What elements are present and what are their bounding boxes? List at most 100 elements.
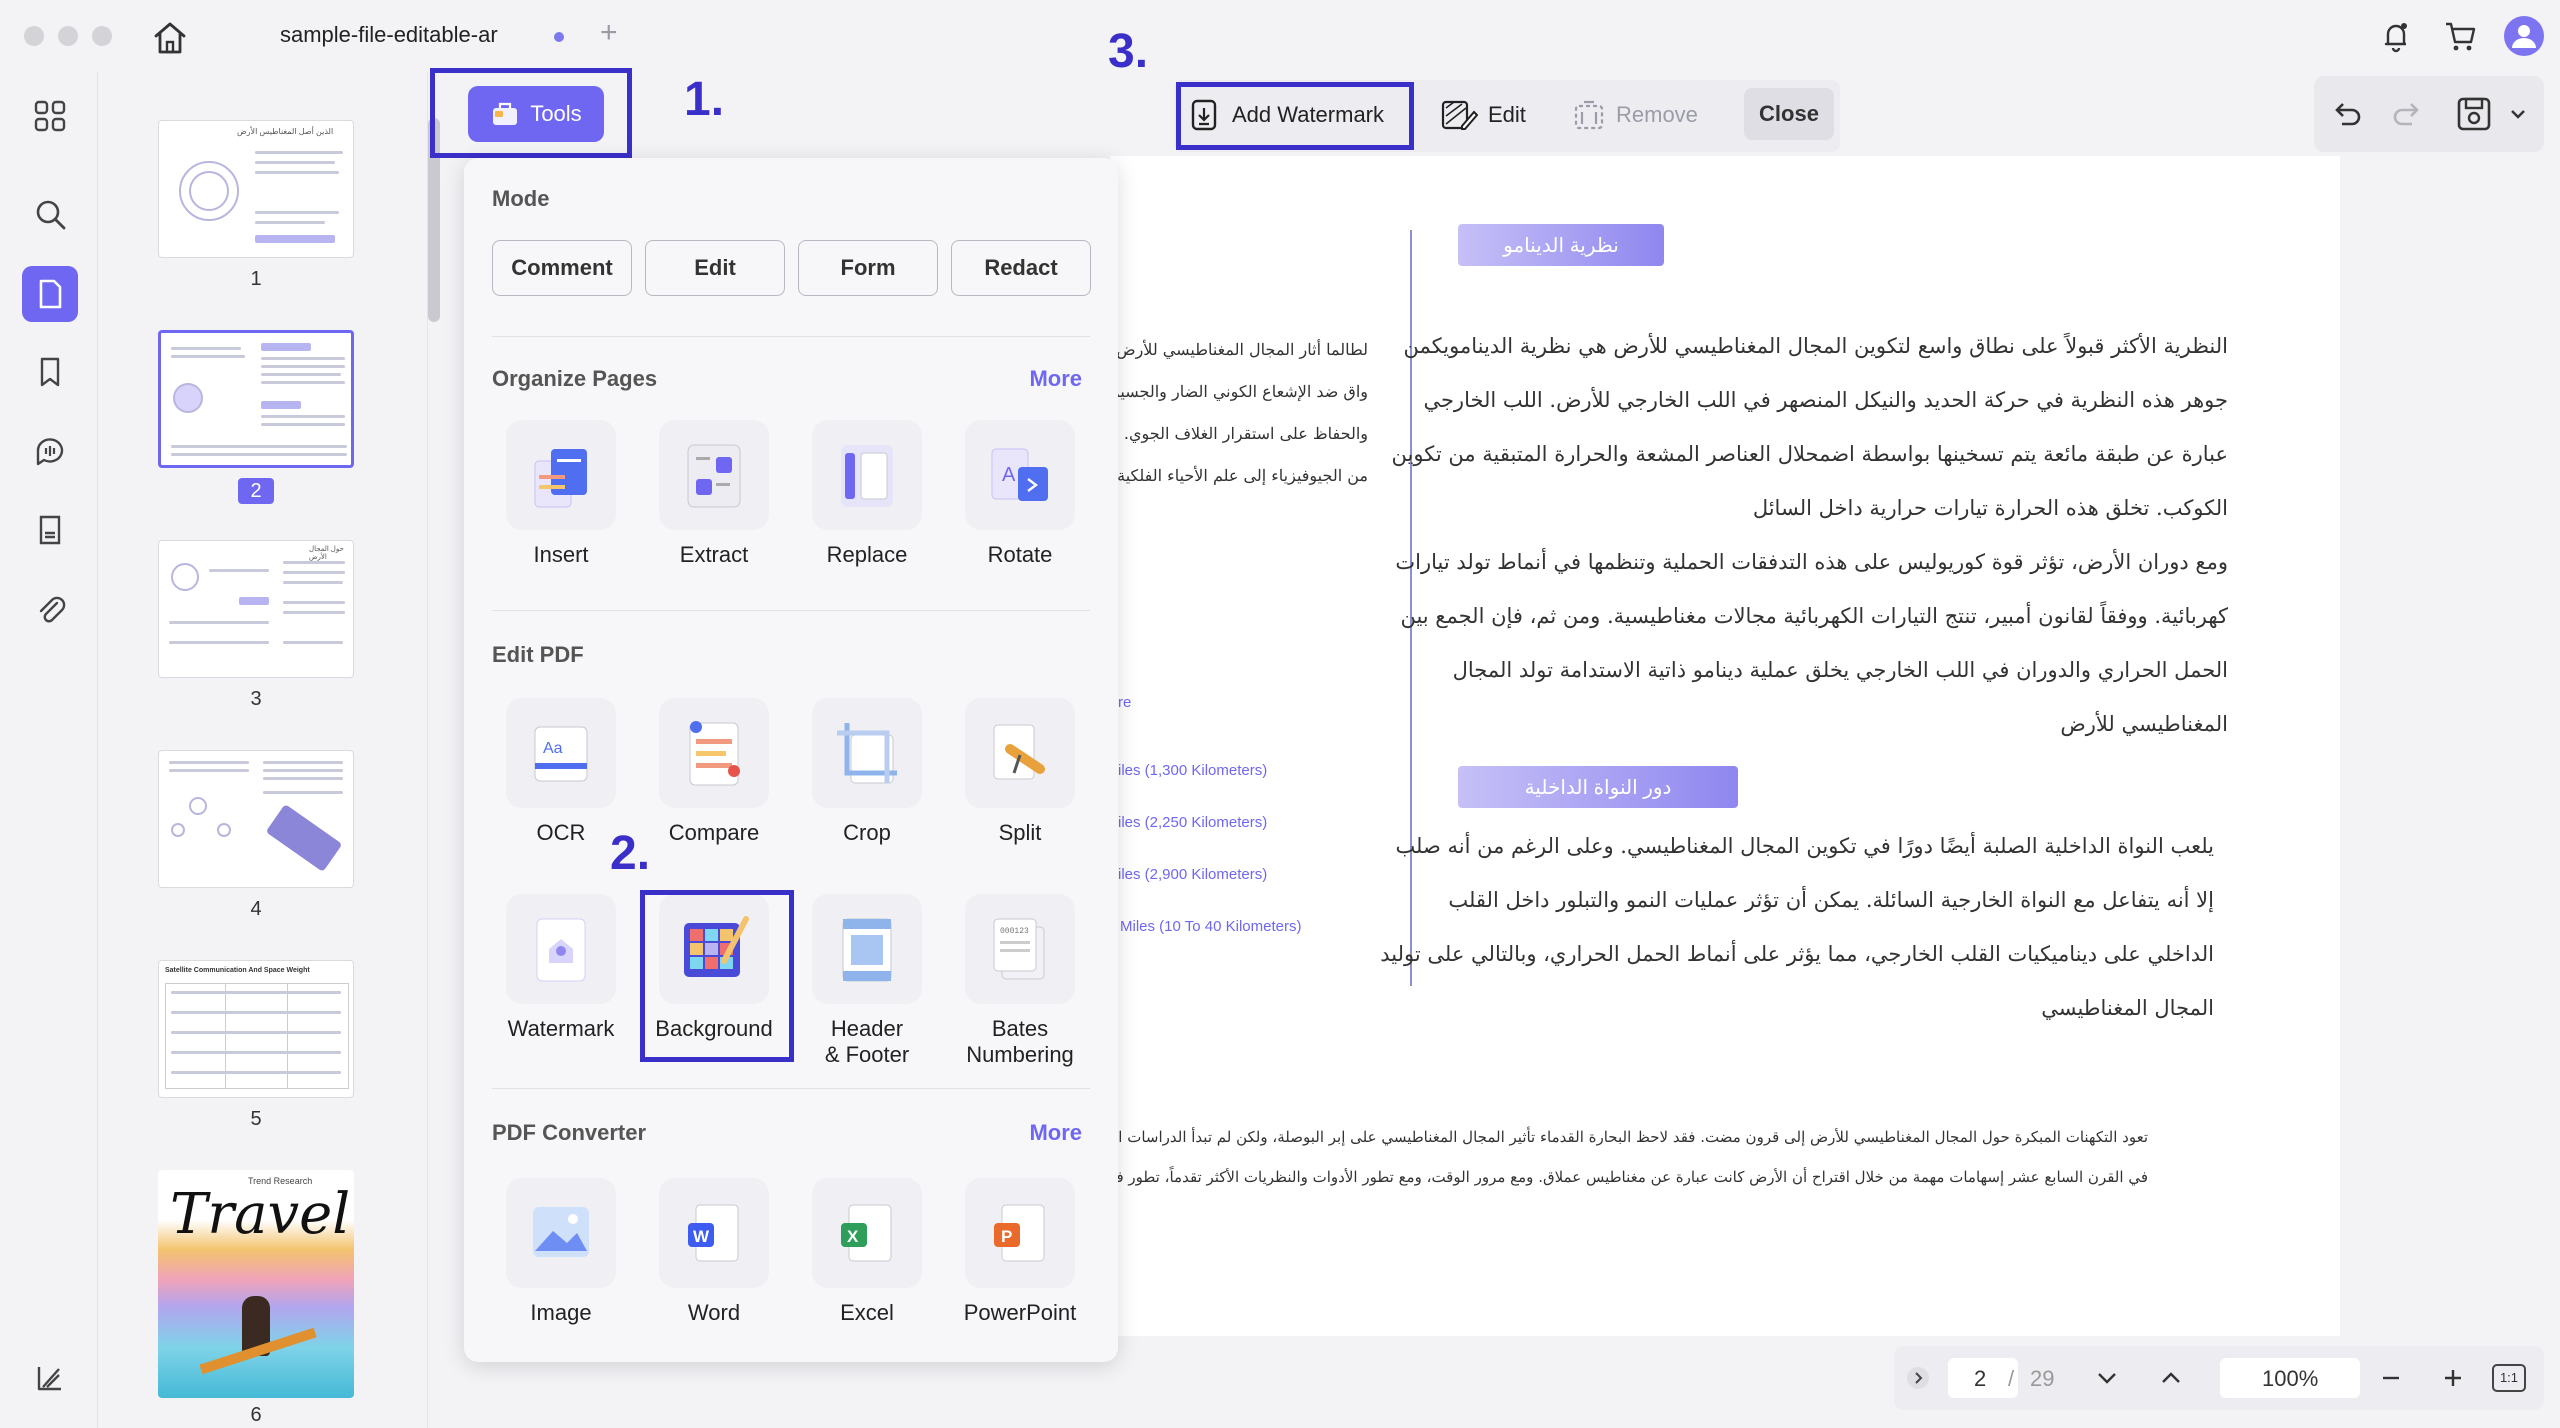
convert-powerpoint-label: PowerPoint	[963, 1300, 1077, 1325]
home-icon[interactable]	[150, 18, 190, 56]
right-toolbar	[2314, 76, 2544, 152]
save-icon[interactable]	[2454, 94, 2494, 134]
page-navigation-bar: 2 / 29 100% 1:1	[1894, 1346, 2544, 1410]
thumbnail-3-title: حول المجال الأرض	[309, 546, 344, 561]
page-thumbnail-3[interactable]: حول المجال الأرض	[158, 540, 354, 678]
doc-paragraph-line: الكوكب. تخلق هذه الحرارة تيارات حرارية د…	[1752, 496, 2228, 520]
mode-comment-button[interactable]: Comment	[492, 240, 632, 296]
converter-more-link[interactable]: More	[1029, 1120, 1082, 1146]
ai-assistant-icon[interactable]	[28, 1356, 72, 1400]
thumbnail-panel: الذين أصل المغناطيس الأرض 1 2 حول المجال…	[98, 72, 428, 1428]
comments-icon[interactable]	[28, 430, 72, 474]
section-heading-inner-core: دور النواة الداخلية	[1458, 766, 1738, 808]
undo-icon[interactable]	[2328, 96, 2364, 132]
convert-excel-label: Excel	[840, 1300, 894, 1325]
search-icon[interactable]	[28, 192, 72, 236]
insert-tool[interactable]: Insert	[486, 420, 636, 568]
doc-left-label: Miles (10 To 40 Kilometers)	[1120, 918, 1302, 935]
mode-edit-button[interactable]: Edit	[645, 240, 785, 296]
convert-powerpoint-tool[interactable]: P PowerPoint	[945, 1178, 1095, 1326]
thumbnail-number: 6	[250, 1404, 262, 1426]
extract-tool[interactable]: Extract	[639, 420, 789, 568]
doc-paragraph-line: جوهر هذه النظرية في حركة الحديد والنيكل …	[1423, 388, 2228, 412]
page-thumbnail-6[interactable]: Trend Research Travel	[158, 1170, 354, 1398]
convert-excel-tool[interactable]: X Excel	[792, 1178, 942, 1326]
mode-redact-button[interactable]: Redact	[951, 240, 1091, 296]
thumbnail-1-title: الذين أصل المغناطيس الأرض	[237, 127, 334, 136]
organize-more-link[interactable]: More	[1029, 366, 1082, 392]
next-page-icon[interactable]	[2094, 1366, 2120, 1390]
new-tab-button[interactable]: +	[600, 16, 618, 50]
bates-numbering-tool[interactable]: 000123 Bates Numbering	[945, 894, 1095, 1068]
panel-divider	[492, 610, 1090, 611]
remove-watermark-button[interactable]: Remove	[1572, 92, 1698, 138]
split-tool[interactable]: Split	[945, 698, 1095, 846]
page-thumbnail-1[interactable]: الذين أصل المغناطيس الأرض	[158, 120, 354, 258]
close-watermark-button[interactable]: Close	[1744, 88, 1834, 140]
notification-bell-icon[interactable]	[2376, 16, 2416, 56]
convert-image-tool[interactable]: Image	[486, 1178, 636, 1326]
toolbox-icon	[493, 102, 518, 125]
minimize-window-button[interactable]	[58, 26, 78, 46]
chevron-right-icon[interactable]	[1906, 1366, 1930, 1390]
page-separator: /	[2008, 1366, 2015, 1391]
previous-page-icon[interactable]	[2158, 1366, 2184, 1390]
pages-icon[interactable]	[22, 266, 78, 322]
crop-tool[interactable]: Crop	[792, 698, 942, 846]
page-thumbnail-4[interactable]	[158, 750, 354, 888]
header-footer-icon	[842, 918, 892, 982]
zoom-out-icon[interactable]	[2378, 1366, 2404, 1390]
bates-numbering-icon: 000123	[993, 918, 1045, 980]
compare-tool[interactable]: Compare	[639, 698, 789, 846]
tools-button[interactable]: Tools	[468, 86, 604, 142]
doc-footer-line: في القرن السابع عشر إسهامات مهمة من خلال…	[1118, 1168, 2148, 1186]
user-avatar[interactable]	[2504, 16, 2544, 56]
replace-page-icon	[841, 445, 893, 507]
add-watermark-label: Add Watermark	[1232, 102, 1385, 127]
edit-watermark-icon	[1441, 100, 1478, 130]
add-watermark-button[interactable]: Add Watermark	[1188, 92, 1384, 138]
stamp-icon[interactable]	[28, 508, 72, 552]
zoom-window-button[interactable]	[92, 26, 112, 46]
apps-grid-icon[interactable]	[28, 94, 72, 138]
replace-tool[interactable]: Replace	[792, 420, 942, 568]
convert-image-label: Image	[530, 1300, 592, 1325]
document-tab-title: sample-file-editable-ar	[280, 22, 498, 47]
zoom-in-icon[interactable]	[2440, 1366, 2466, 1390]
redo-icon[interactable]	[2390, 96, 2426, 132]
mode-form-button[interactable]: Form	[798, 240, 938, 296]
zoom-level-input[interactable]: 100%	[2220, 1358, 2360, 1398]
svg-text:000123: 000123	[1000, 927, 1029, 936]
doc-paragraph-line: المجال المغناطيسي	[2041, 996, 2214, 1020]
doc-paragraph-line: عبارة عن طبقة مائعة يتم تسخينها بواسطة ا…	[1391, 442, 2228, 466]
add-watermark-icon	[1191, 99, 1217, 131]
svg-text:Aa: Aa	[543, 740, 563, 757]
cart-icon[interactable]	[2440, 16, 2480, 56]
doc-paragraph-line: يلعب النواة الداخلية الصلبة أيضًا دورًا …	[1395, 834, 2214, 858]
doc-paragraph-line: الداخلي على ديناميكيات القلب الخارجي، مم…	[1380, 942, 2214, 966]
bookmark-icon[interactable]	[28, 350, 72, 394]
doc-paragraph-line: النظرية الأكثر قبولاً على نطاق واسع لتكو…	[1403, 334, 2228, 358]
document-tab[interactable]: sample-file-editable-ar	[258, 12, 588, 58]
bates-numbering-tool-label: Bates Numbering	[966, 1016, 1074, 1067]
replace-tool-label: Replace	[826, 542, 908, 567]
page-thumbnail-5[interactable]: Satellite Communication And Space Weight	[158, 960, 354, 1098]
doc-left-line: من الجيوفيزياء إلى علم الأحياء الفلكية	[1118, 466, 1368, 485]
remove-watermark-icon	[1574, 100, 1604, 130]
doc-left-label: iles (2,900 Kilometers)	[1118, 866, 1268, 883]
convert-word-tool[interactable]: W Word	[639, 1178, 789, 1326]
close-window-button[interactable]	[24, 26, 44, 46]
rotate-tool[interactable]: A Rotate	[945, 420, 1095, 568]
attachment-icon[interactable]	[28, 586, 72, 630]
actual-size-button[interactable]: 1:1	[2492, 1364, 2526, 1392]
chevron-down-icon[interactable]	[2508, 104, 2528, 124]
user-icon	[2512, 25, 2536, 48]
page-thumbnail-2[interactable]	[158, 330, 354, 468]
edit-watermark-button[interactable]: Edit	[1440, 92, 1526, 138]
unsaved-dot-icon	[554, 32, 564, 42]
watermark-tool[interactable]: Watermark	[486, 894, 636, 1042]
excel-file-icon: X	[841, 1204, 892, 1262]
doc-left-line: لطالما أثار المجال المغناطيسي للأرض	[1118, 340, 1368, 359]
ocr-tool[interactable]: Aa OCR	[486, 698, 636, 846]
header-footer-tool[interactable]: Header & Footer	[792, 894, 942, 1068]
